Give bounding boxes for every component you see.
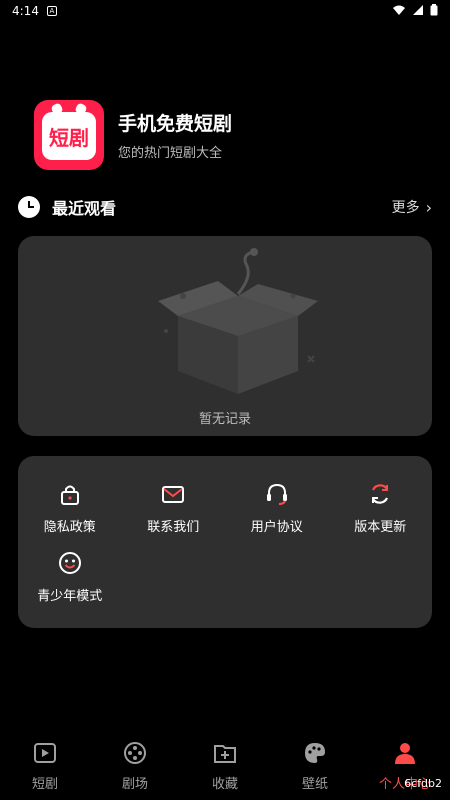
app-logo: 短剧 xyxy=(34,100,104,170)
nav-label-theater: 剧场 xyxy=(121,776,148,792)
status-bar: 4:14 A xyxy=(0,0,450,22)
chevron-right-icon: › xyxy=(425,197,432,217)
menu-label-contact: 联系我们 xyxy=(147,520,200,535)
menu-label-update: 版本更新 xyxy=(354,520,407,535)
wifi-icon xyxy=(392,4,406,19)
more-label: 更多 xyxy=(391,200,420,216)
nav-favorites[interactable]: 收藏 xyxy=(180,730,270,800)
play-icon xyxy=(31,739,59,767)
app-subtitle: 您的热门短剧大全 xyxy=(118,146,223,161)
lock-icon xyxy=(56,480,84,508)
empty-text: 暂无记录 xyxy=(198,412,251,427)
nav-wallpaper[interactable]: 壁纸 xyxy=(270,730,360,800)
film-reel-icon xyxy=(121,739,149,767)
app-title: 手机免费短剧 xyxy=(118,113,233,135)
headset-icon xyxy=(263,480,291,508)
app-header: 短剧 手机免费短剧 您的热门短剧大全 xyxy=(34,100,232,170)
menu-label-agreement: 用户协议 xyxy=(250,520,303,535)
signal-icon xyxy=(412,4,424,19)
menu-item-privacy[interactable]: 隐私政策 xyxy=(18,480,122,535)
user-icon xyxy=(391,739,419,767)
recent-section-header: 最近观看 更多 › xyxy=(18,194,432,220)
refresh-icon xyxy=(366,480,394,508)
palette-icon xyxy=(301,739,329,767)
status-icons xyxy=(392,3,438,19)
more-button[interactable]: 更多 › xyxy=(392,197,432,217)
mail-icon xyxy=(159,480,187,508)
battery-icon xyxy=(430,3,438,19)
recent-empty-card: 暂无记录 xyxy=(18,236,432,436)
add-folder-icon xyxy=(211,739,239,767)
nav-label-favorites: 收藏 xyxy=(211,776,238,792)
nav-label-wallpaper: 壁纸 xyxy=(301,776,328,792)
notification-a-icon: A xyxy=(46,6,57,16)
app-logo-text: 短剧 xyxy=(42,112,96,160)
recent-title: 最近观看 xyxy=(52,199,117,218)
menu-item-teen-mode[interactable]: 青少年模式 xyxy=(18,549,122,604)
overlay-text: 6cfdb2 xyxy=(404,777,442,790)
nav-label-short-drama: 短剧 xyxy=(31,776,58,792)
menu-label-privacy: 隐私政策 xyxy=(43,520,96,535)
empty-box-illustration xyxy=(158,248,318,394)
menu-item-agreement[interactable]: 用户协议 xyxy=(225,480,329,535)
nav-short-drama[interactable]: 短剧 xyxy=(0,730,90,800)
bottom-nav: 短剧 剧场 收藏 壁纸 个人中心 xyxy=(0,730,450,800)
status-time: 4:14 xyxy=(12,4,39,18)
settings-card: 隐私政策 联系我们 用户协议 版本更新 青少年模式 xyxy=(18,456,432,628)
menu-item-update[interactable]: 版本更新 xyxy=(329,480,433,535)
clock-icon xyxy=(18,196,40,218)
menu-label-teen-mode: 青少年模式 xyxy=(37,589,103,604)
smile-icon xyxy=(56,549,84,577)
menu-item-contact[interactable]: 联系我们 xyxy=(122,480,226,535)
nav-theater[interactable]: 剧场 xyxy=(90,730,180,800)
app-text: 手机免费短剧 您的热门短剧大全 xyxy=(118,109,232,161)
menu-grid: 隐私政策 联系我们 用户协议 版本更新 青少年模式 xyxy=(18,480,432,604)
